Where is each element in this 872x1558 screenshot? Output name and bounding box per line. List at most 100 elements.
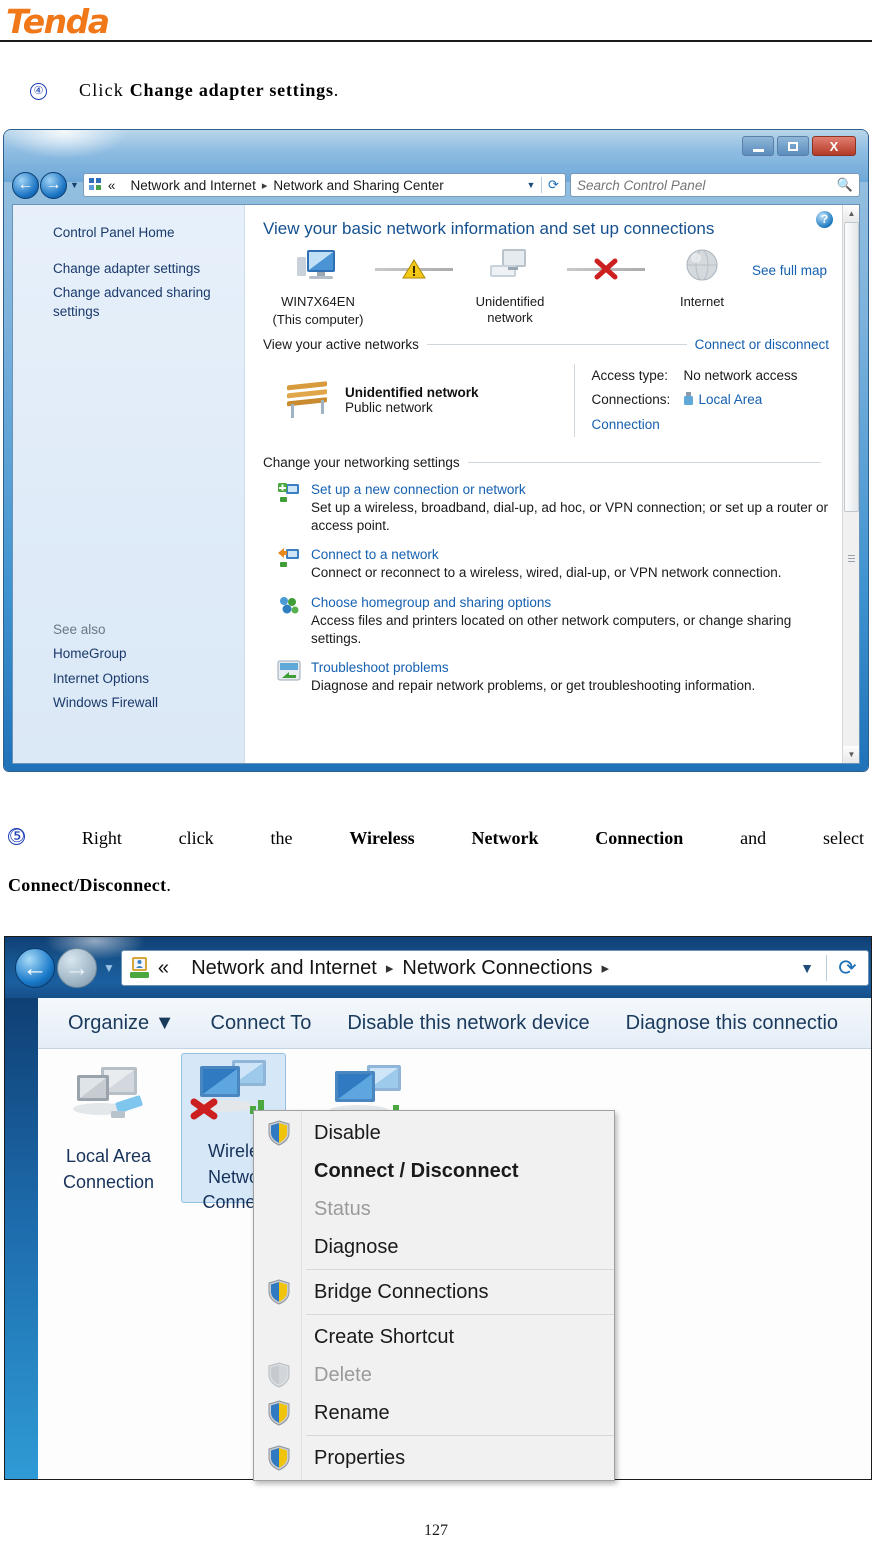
context-menu-label: Bridge Connections: [314, 1280, 489, 1303]
task-connect-to-network[interactable]: Connect to a network Connect or reconnec…: [263, 547, 829, 582]
scroll-down-arrow-icon[interactable]: ▼: [843, 746, 859, 763]
refresh-icon[interactable]: ⟳: [541, 177, 565, 193]
computer-icon: [297, 250, 335, 279]
troubleshoot-icon: [277, 660, 311, 695]
task-set-up-new-connection[interactable]: Set up a new connection or network Set u…: [263, 482, 829, 535]
map-link-1: [373, 247, 455, 291]
address-dropdown-icon[interactable]: ▼: [521, 180, 541, 190]
network-sharing-center-window: X ← → ▼ « Network and Internet ▸ Network…: [4, 130, 868, 771]
breadcrumb-network-connections[interactable]: Network Connections: [402, 957, 592, 980]
step-5-word-4: Network: [471, 828, 539, 848]
window1-content: View your basic network information and …: [245, 205, 859, 695]
step-5-word-7: select: [822, 828, 864, 848]
address-bar[interactable]: « Network and Internet ▸ Network Connect…: [120, 950, 869, 986]
breadcrumb-network-and-internet[interactable]: Network and Internet: [191, 957, 377, 980]
active-network-identity: Unidentified network Public network: [281, 364, 574, 437]
map-internet-label: Internet: [679, 294, 725, 309]
step-5-line2-suffix: .: [166, 875, 172, 895]
step-5-word-0: Right: [81, 828, 122, 848]
window2-toolbar: Organize ▼ Connect To Disable this netwo…: [38, 998, 871, 1049]
breadcrumb-network-and-internet[interactable]: Network and Internet: [131, 178, 256, 193]
connection-item-local-area[interactable]: Local Area Connection: [56, 1059, 161, 1193]
address-dropdown-icon[interactable]: ▼: [788, 960, 826, 976]
task-title[interactable]: Troubleshoot problems: [311, 660, 829, 675]
refresh-icon[interactable]: ⟳: [826, 955, 868, 981]
window2-left-band: [5, 998, 38, 1479]
scrollbar-thumb[interactable]: [844, 222, 859, 512]
shield-icon: [268, 1445, 290, 1471]
breadcrumb-chevrons[interactable]: «: [108, 178, 116, 193]
sidebar-item-control-panel-home[interactable]: Control Panel Home: [13, 221, 244, 245]
toolbar-diagnose-button[interactable]: Diagnose this connectio: [608, 1012, 856, 1035]
task-title[interactable]: Set up a new connection or network: [311, 482, 829, 497]
scrollbar-grip-icon: [848, 555, 855, 563]
context-menu-item-rename[interactable]: Rename: [254, 1394, 614, 1432]
minimize-icon: [752, 148, 764, 152]
toolbar-organize-button[interactable]: Organize ▼: [50, 1012, 193, 1035]
task-troubleshoot-problems[interactable]: Troubleshoot problems Diagnose and repai…: [263, 660, 829, 695]
recent-pages-icon[interactable]: ▼: [103, 961, 115, 975]
map-node-internet[interactable]: Internet: [647, 247, 757, 310]
adapter-icon: [683, 390, 694, 414]
step-5-word-1: click: [178, 828, 214, 848]
search-box[interactable]: 🔍: [570, 173, 860, 197]
shield-icon-disabled: [268, 1362, 290, 1388]
address-bar[interactable]: « Network and Internet ▸ Network and Sha…: [82, 173, 566, 197]
document-page: Tenda ④ Click Change adapter settings. X …: [0, 0, 872, 1558]
step-4-number: ④: [30, 83, 47, 100]
breadcrumb-chevrons[interactable]: «: [158, 957, 169, 980]
task-title[interactable]: Choose homegroup and sharing options: [311, 595, 829, 610]
breadcrumb-separator-2[interactable]: ▸: [601, 959, 609, 977]
sidebar-item-change-advanced-sharing-settings[interactable]: Change advanced sharing settings: [13, 281, 244, 323]
recent-pages-icon[interactable]: ▼: [70, 180, 79, 190]
context-menu-item-connect-disconnect[interactable]: Connect / Disconnect: [254, 1152, 614, 1190]
task-desc: Access files and printers located on oth…: [311, 612, 792, 646]
toolbar-connect-to-button[interactable]: Connect To: [193, 1012, 330, 1035]
context-menu-separator-2: [306, 1314, 614, 1315]
task-title[interactable]: Connect to a network: [311, 547, 829, 562]
window1-sidebar: Control Panel Home Change adapter settin…: [13, 205, 245, 763]
step-5-word-2: the: [270, 828, 293, 848]
task-desc: Diagnose and repair network problems, or…: [311, 677, 756, 693]
context-menu-item-disable[interactable]: Disable: [254, 1114, 614, 1152]
maximize-icon: [788, 141, 798, 151]
step-4-suffix: .: [333, 80, 339, 100]
vertical-scrollbar[interactable]: ▲ ▼: [842, 205, 859, 763]
search-input[interactable]: [577, 177, 837, 193]
sidebar-item-change-adapter-settings[interactable]: Change adapter settings: [13, 257, 244, 281]
forward-button[interactable]: →: [40, 171, 67, 199]
context-menu-item-create-shortcut[interactable]: Create Shortcut: [254, 1318, 614, 1356]
step-5-instruction: ⑤ Right click the Wireless Network Conne…: [8, 827, 872, 849]
sidebar-item-homegroup[interactable]: HomeGroup: [13, 642, 244, 666]
active-network-row: Unidentified network Public network Acce…: [263, 352, 829, 445]
context-menu-item-status: Status: [254, 1190, 614, 1228]
toolbar-disable-device-button[interactable]: Disable this network device: [329, 1012, 607, 1035]
sidebar-item-windows-firewall[interactable]: Windows Firewall: [13, 691, 244, 715]
context-menu-item-bridge-connections[interactable]: Bridge Connections: [254, 1273, 614, 1311]
scroll-up-arrow-icon[interactable]: ▲: [843, 205, 859, 222]
context-menu-label: Create Shortcut: [314, 1325, 455, 1348]
map-node-computer[interactable]: WIN7X64EN (This computer): [263, 247, 373, 327]
see-full-map-link[interactable]: See full map: [752, 263, 827, 278]
sidebar-item-internet-options[interactable]: Internet Options: [13, 667, 244, 691]
back-button[interactable]: ←: [12, 171, 39, 199]
connection-label-line2: Connection: [62, 1171, 155, 1192]
task-choose-homegroup[interactable]: Choose homegroup and sharing options Acc…: [263, 595, 829, 648]
red-x-icon: [594, 258, 618, 280]
active-networks-label: View your active networks: [263, 337, 419, 352]
map-node-network[interactable]: Unidentified network: [455, 247, 565, 325]
breadcrumb-network-and-sharing-center[interactable]: Network and Sharing Center: [273, 178, 443, 193]
context-menu-item-properties[interactable]: Properties: [254, 1439, 614, 1477]
context-menu-item-diagnose[interactable]: Diagnose: [254, 1228, 614, 1266]
minimize-button[interactable]: [742, 136, 774, 156]
context-menu-label: Rename: [314, 1401, 390, 1424]
forward-button[interactable]: →: [57, 948, 97, 988]
help-icon[interactable]: ?: [816, 211, 833, 228]
connect-or-disconnect-link[interactable]: Connect or disconnect: [695, 337, 829, 352]
map-network-label: Unidentified network: [475, 294, 545, 325]
maximize-button[interactable]: [777, 136, 809, 156]
header-rule-2: [467, 461, 821, 463]
back-button[interactable]: ←: [15, 948, 55, 988]
close-button[interactable]: X: [812, 136, 856, 156]
active-network-type: Public network: [345, 400, 433, 416]
